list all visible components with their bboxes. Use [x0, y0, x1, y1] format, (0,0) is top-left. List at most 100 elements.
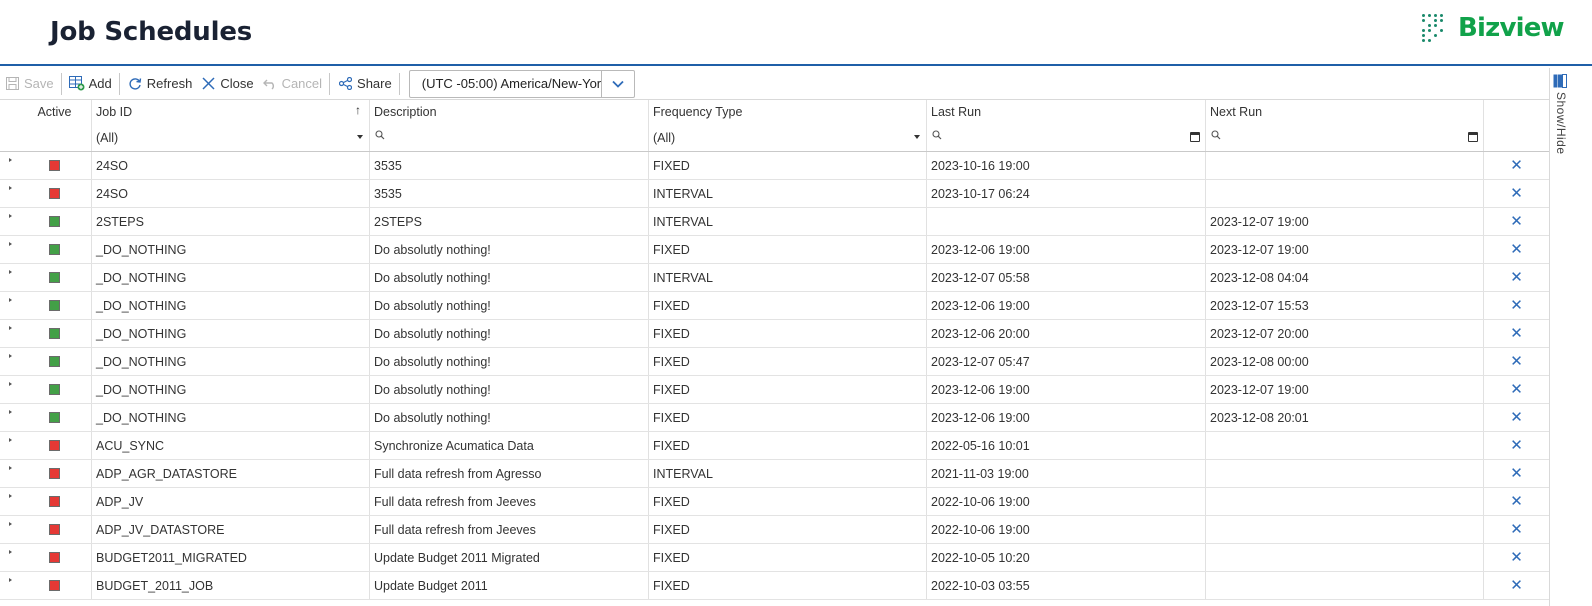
next-run-cell[interactable]: 2023-12-08 00:00: [1206, 348, 1484, 375]
last-run-filter-input[interactable]: [927, 124, 1206, 151]
row-expander[interactable]: [0, 488, 18, 515]
frequency-filter[interactable]: (All): [649, 124, 927, 151]
job-id-cell[interactable]: _DO_NOTHING: [92, 404, 370, 431]
frequency-type-cell[interactable]: FIXED: [649, 376, 927, 403]
next-run-filter-input[interactable]: [1206, 124, 1484, 151]
active-status-icon[interactable]: [49, 468, 60, 479]
job-id-cell[interactable]: _DO_NOTHING: [92, 292, 370, 319]
frequency-type-cell[interactable]: FIXED: [649, 320, 927, 347]
table-row[interactable]: _DO_NOTHING Do absolutly nothing! FIXED 202…: [0, 348, 1549, 376]
active-cell[interactable]: [18, 320, 92, 347]
active-status-icon[interactable]: [49, 328, 60, 339]
frequency-type-cell[interactable]: INTERVAL: [649, 208, 927, 235]
column-header-next-run[interactable]: Next Run: [1206, 100, 1484, 124]
active-status-icon[interactable]: [49, 356, 60, 367]
description-cell[interactable]: 3535: [370, 152, 649, 179]
dropdown-arrow-icon[interactable]: [914, 135, 920, 139]
table-row[interactable]: ADP_JV Full data refresh from Jeeves FIXED…: [0, 488, 1549, 516]
column-header-description[interactable]: Description: [370, 100, 649, 124]
delete-row-button[interactable]: ✕: [1484, 404, 1549, 431]
last-run-cell[interactable]: 2022-05-16 10:01: [927, 432, 1206, 459]
delete-icon[interactable]: ✕: [1510, 214, 1523, 229]
description-cell[interactable]: Full data refresh from Agresso: [370, 460, 649, 487]
next-run-cell[interactable]: 2023-12-07 19:00: [1206, 236, 1484, 263]
column-header-last-run[interactable]: Last Run: [927, 100, 1206, 124]
table-row[interactable]: _DO_NOTHING Do absolutly nothing! FIXED 202…: [0, 376, 1549, 404]
job-id-cell[interactable]: 2STEPS: [92, 208, 370, 235]
expand-arrow-icon[interactable]: [9, 241, 12, 246]
table-row[interactable]: _DO_NOTHING Do absolutly nothing! FIXED 202…: [0, 404, 1549, 432]
expand-arrow-icon[interactable]: [9, 157, 12, 162]
active-status-icon[interactable]: [49, 552, 60, 563]
delete-icon[interactable]: ✕: [1510, 382, 1523, 397]
active-cell[interactable]: [18, 544, 92, 571]
timezone-dropdown-button[interactable]: [600, 70, 634, 97]
last-run-cell[interactable]: 2021-11-03 19:00: [927, 460, 1206, 487]
row-expander[interactable]: [0, 432, 18, 459]
description-cell[interactable]: Synchronize Acumatica Data: [370, 432, 649, 459]
next-run-cell[interactable]: 2023-12-08 04:04: [1206, 264, 1484, 291]
job-id-cell[interactable]: ACU_SYNC: [92, 432, 370, 459]
active-status-icon[interactable]: [49, 384, 60, 395]
delete-row-button[interactable]: ✕: [1484, 376, 1549, 403]
last-run-cell[interactable]: [927, 208, 1206, 235]
last-run-cell[interactable]: 2023-10-16 19:00: [927, 152, 1206, 179]
share-button[interactable]: Share: [333, 73, 396, 95]
last-run-cell[interactable]: 2022-10-05 10:20: [927, 544, 1206, 571]
frequency-type-cell[interactable]: FIXED: [649, 152, 927, 179]
active-cell[interactable]: [18, 488, 92, 515]
frequency-type-cell[interactable]: FIXED: [649, 348, 927, 375]
table-row[interactable]: ACU_SYNC Synchronize Acumatica Data FIXED 2…: [0, 432, 1549, 460]
active-status-icon[interactable]: [49, 496, 60, 507]
next-run-cell[interactable]: 2023-12-08 20:01: [1206, 404, 1484, 431]
description-cell[interactable]: Full data refresh from Jeeves: [370, 516, 649, 543]
table-row[interactable]: _DO_NOTHING Do absolutly nothing! FIXED 202…: [0, 320, 1549, 348]
active-cell[interactable]: [18, 516, 92, 543]
last-run-cell[interactable]: 2022-10-06 19:00: [927, 488, 1206, 515]
active-status-icon[interactable]: [49, 272, 60, 283]
delete-icon[interactable]: ✕: [1510, 578, 1523, 593]
active-status-icon[interactable]: [49, 160, 60, 171]
table-row[interactable]: ADP_JV_DATASTORE Full data refresh from J…: [0, 516, 1549, 544]
frequency-type-cell[interactable]: FIXED: [649, 432, 927, 459]
expand-arrow-icon[interactable]: [9, 269, 12, 274]
active-cell[interactable]: [18, 404, 92, 431]
job-id-cell[interactable]: _DO_NOTHING: [92, 348, 370, 375]
description-cell[interactable]: Do absolutly nothing!: [370, 376, 649, 403]
next-run-cell[interactable]: 2023-12-07 19:00: [1206, 208, 1484, 235]
table-row[interactable]: 2STEPS 2STEPS INTERVAL 2023-12-07 19:00 ✕: [0, 208, 1549, 236]
next-run-cell[interactable]: 2023-12-07 20:00: [1206, 320, 1484, 347]
description-cell[interactable]: 2STEPS: [370, 208, 649, 235]
calendar-icon[interactable]: [1468, 132, 1478, 142]
delete-row-button[interactable]: ✕: [1484, 516, 1549, 543]
active-status-icon[interactable]: [49, 188, 60, 199]
row-expander[interactable]: [0, 292, 18, 319]
active-cell[interactable]: [18, 460, 92, 487]
row-expander[interactable]: [0, 320, 18, 347]
column-header-job-id[interactable]: Job ID ↑: [92, 100, 370, 124]
active-cell[interactable]: [18, 572, 92, 599]
row-expander[interactable]: [0, 180, 18, 207]
cancel-button[interactable]: Cancel: [258, 73, 326, 95]
frequency-type-cell[interactable]: FIXED: [649, 488, 927, 515]
timezone-value[interactable]: (UTC -05:00) America/New-York: [410, 71, 601, 97]
delete-icon[interactable]: ✕: [1510, 270, 1523, 285]
description-cell[interactable]: Do absolutly nothing!: [370, 404, 649, 431]
dropdown-arrow-icon[interactable]: [357, 135, 363, 139]
job-id-cell[interactable]: BUDGET2011_MIGRATED: [92, 544, 370, 571]
delete-row-button[interactable]: ✕: [1484, 544, 1549, 571]
row-expander[interactable]: [0, 152, 18, 179]
job-id-cell[interactable]: _DO_NOTHING: [92, 264, 370, 291]
active-cell[interactable]: [18, 348, 92, 375]
frequency-type-cell[interactable]: FIXED: [649, 516, 927, 543]
delete-icon[interactable]: ✕: [1510, 494, 1523, 509]
delete-row-button[interactable]: ✕: [1484, 460, 1549, 487]
sort-ascending-icon[interactable]: ↑: [355, 103, 361, 117]
show-hide-panel[interactable]: Show/Hide: [1549, 68, 1592, 606]
row-expander[interactable]: [0, 572, 18, 599]
description-cell[interactable]: Do absolutly nothing!: [370, 348, 649, 375]
expand-arrow-icon[interactable]: [9, 297, 12, 302]
active-cell[interactable]: [18, 264, 92, 291]
next-run-cell[interactable]: [1206, 516, 1484, 543]
table-row[interactable]: BUDGET2011_MIGRATED Update Budget 2011 Mi…: [0, 544, 1549, 572]
